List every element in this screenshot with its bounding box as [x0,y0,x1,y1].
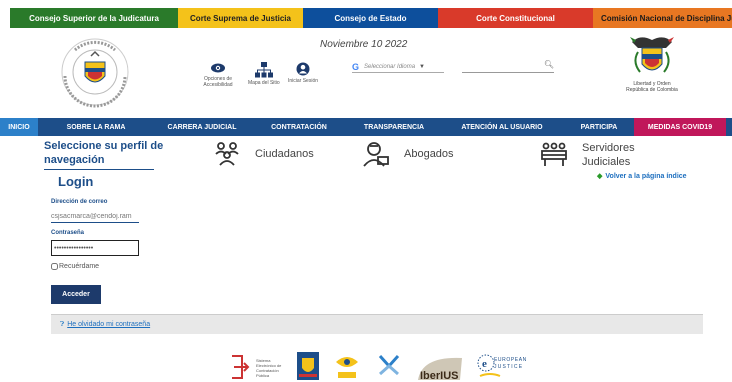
coat-of-arms-icon [630,37,674,73]
password-label: Contraseña [51,230,85,236]
nav-sobre-la-rama[interactable]: SOBRE LA RAMA [38,118,154,136]
forgot-password-bar: ❓︎ He olvidado mi contraseña [51,314,703,334]
login-title: Login [58,174,94,189]
gobierno-shield-logo[interactable] [297,352,319,380]
question-icon: ❓︎ [60,320,65,328]
profile-servidores-judiciales[interactable]: Servidores Judiciales [540,141,662,169]
svg-text:e: e [482,358,487,370]
footer-logos: Sistema Electrónico de Contratación Públ… [0,350,732,382]
accesibilidad-label: Opciones de Accesibilidad [203,76,233,88]
lawyer-icon [363,142,389,167]
google-translate-icon: G [352,61,360,72]
mapa-sitio-button[interactable]: Mapa del Sitio [248,62,280,86]
people-group-icon [215,142,239,166]
forgot-password-link[interactable]: He olvidado mi contraseña [67,321,150,328]
email-label: Dirección de correo [51,199,108,205]
compra-eficiente-logo[interactable] [374,352,404,380]
european-justice-logo[interactable]: e EUROPEAN JUSTICE [476,352,546,382]
search-input[interactable]: 🔍︎ [462,60,554,73]
secop-logo[interactable]: Sistema Electrónico de Contratación Públ… [230,352,286,382]
rama-judicial-seal-logo[interactable] [55,36,135,108]
iberius-logo[interactable]: IberIUS [414,352,466,382]
language-selector[interactable]: G Seleccionar Idioma ▼ [352,61,444,73]
link-consejo-superior[interactable]: Consejo Superior de la Judicatura [10,8,178,28]
remember-label: Recuérdame [59,263,100,270]
iniciar-sesion-button[interactable]: Iniciar Sesión [288,62,318,84]
nav-contratacion[interactable]: CONTRATACIÓN [250,118,348,136]
back-to-index-link[interactable]: ◆ Volver a la página índice [597,172,687,180]
email-field[interactable] [51,210,139,223]
link-corte-suprema[interactable]: Corte Suprema de Justicia [178,8,303,28]
svg-text:Pública: Pública [256,373,270,378]
servidores-label: Servidores Judiciales [582,142,635,168]
profile-abogados[interactable]: Abogados [362,141,454,167]
nav-transparencia[interactable]: TRANSPARENCIA [348,118,440,136]
top-institution-bar: Consejo Superior de la Judicatura Corte … [10,8,732,28]
link-corte-constitucional[interactable]: Corte Constitucional [438,8,593,28]
court-panel-icon [541,142,567,166]
european-justice-text: EUROPEAN [494,357,527,363]
accesibilidad-button[interactable]: Opciones de Accesibilidad [196,62,240,88]
profile-divider [44,169,154,170]
iniciar-sesion-label: Iniciar Sesión [288,78,319,84]
site-header: Noviembre 10 2022 Opciones de Accesibili… [0,28,732,118]
submit-button[interactable]: Acceder [51,285,101,304]
back-link-label: Volver a la página índice [605,173,687,180]
main-navigation: INICIO SOBRE LA RAMA CARRERA JUDICIAL CO… [0,118,732,136]
remember-checkbox[interactable] [51,263,58,270]
user-icon [296,62,310,76]
link-comision-disciplina[interactable]: Comisión Nacional de Disciplina Judicial [593,8,732,28]
eye-icon [211,63,225,73]
language-placeholder: Seleccionar Idioma [364,63,416,70]
profile-title: Seleccione su perfil de navegación [44,140,164,166]
mapa-sitio-label: Mapa del Sitio [248,80,280,86]
password-field[interactable] [51,240,139,256]
abogados-label: Abogados [404,148,454,160]
sitemap-icon [254,62,273,78]
chevron-down-icon: ▼ [419,63,425,70]
remember-me[interactable]: Recuérdame [51,263,99,270]
current-date: Noviembre 10 2022 [320,39,408,50]
nav-medidas-covid19[interactable]: MEDIDAS COVID19 [634,118,726,136]
nav-atencion-usuario[interactable]: ATENCIÓN AL USUARIO [440,118,564,136]
profile-ciudadanos[interactable]: Ciudadanos [213,141,314,167]
colombia-shield-logo: Libertad y Orden República de Colombia [622,34,682,100]
profile-selector: Seleccione su perfil de navegación Ciuda… [0,138,732,170]
svg-text:JUSTICE: JUSTICE [494,364,523,370]
gel-logo[interactable] [334,352,360,380]
arrow-right-icon: ◆ [597,173,603,180]
iberius-text: IberIUS [420,370,459,382]
nav-inicio[interactable]: INICIO [0,118,38,136]
search-icon[interactable]: 🔍︎ [544,60,554,69]
nav-participa[interactable]: PARTICIPA [564,118,634,136]
shield-label: Libertad y Orden República de Colombia [626,81,678,93]
nav-carrera-judicial[interactable]: CARRERA JUDICIAL [154,118,250,136]
link-consejo-estado[interactable]: Consejo de Estado [303,8,438,28]
ciudadanos-label: Ciudadanos [255,148,314,160]
